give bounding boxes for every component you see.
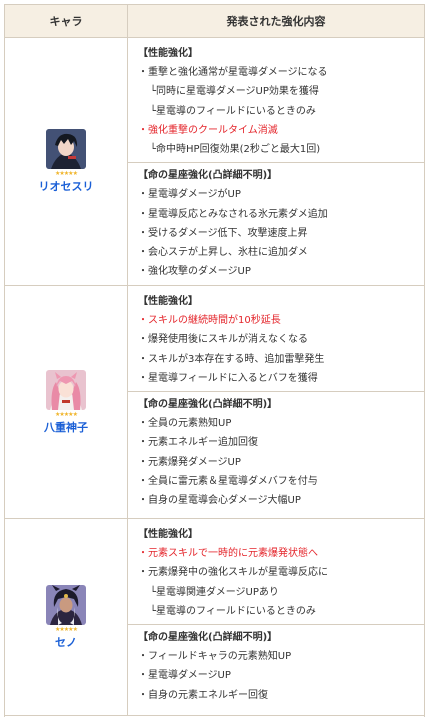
section-title-performance: 【性能強化】 (138, 529, 198, 540)
list-item: ・会心ステが上昇し、氷柱に追加ダメ (138, 247, 308, 259)
section-title-constellation: 【命の星座強化(凸詳細不明)】 (138, 170, 278, 182)
list-item: ・星電導フィールドに入るとバフを獲得 (138, 372, 318, 384)
list-item: ・元素爆発中の強化スキルが星電導反応に (138, 567, 328, 579)
list-item: ・全員に雷元素＆星電導ダメバフを付与 (138, 475, 318, 487)
list-item: ・重撃と強化通常が星電導ダメージになる (138, 67, 328, 79)
header-enhancement-content: 発表された強化内容 (226, 15, 326, 28)
list-subitem: └星電導のフィールドにいるときのみ (150, 105, 316, 117)
table-row: ★★★★★ リオセスリ 【性能強化】 ・重撃と強化通常が星電導ダメージになる └… (5, 38, 424, 286)
list-item: ・全員の元素熟知UP (138, 418, 232, 430)
cyno-avatar-icon (46, 584, 86, 625)
wriothesley-avatar-icon (46, 129, 86, 169)
table-continuation (4, 713, 425, 717)
list-item: ・星電導反応とみなされる氷元素ダメ追加 (138, 208, 328, 220)
star-rating-icon: ★★★★★ (55, 170, 78, 177)
list-item: ・スキルが3本存在する時、追加雷撃発生 (138, 353, 325, 365)
enhancement-details: 【性能強化】 ・スキルの継続時間が10秒延長 ・爆発使用後にスキルが消えなくなる… (128, 286, 424, 518)
star-rating-icon: ★★★★★ (55, 410, 78, 418)
section-title-constellation: 【命の星座強化(凸詳細不明)】 (138, 632, 278, 644)
list-item: ・元素エネルギー追加回復 (138, 437, 258, 449)
list-item: ・フィールドキャラの元素熟知UP (138, 651, 292, 663)
character-cell: ★★★★★ 八重神子 (5, 286, 128, 518)
list-item: ・星電導ダメージがUP (138, 189, 241, 201)
table-row: ★★★★★ 八重神子 【性能強化】 ・スキルの継続時間が10秒延長 ・爆発使用後… (5, 286, 424, 519)
star-rating-icon: ★★★★★ (55, 625, 78, 633)
list-subitem: └同時に星電導ダメージUP効果を獲得 (150, 86, 319, 98)
section-divider (128, 624, 424, 626)
list-item-highlight: ・強化重撃のクールタイム消滅 (138, 124, 278, 136)
list-item-highlight: ・元素スキルで一時的に元素爆発状態へ (138, 548, 318, 560)
yae-miko-avatar-icon (46, 369, 86, 410)
character-cell: ★★★★★ リオセスリ (5, 38, 128, 285)
section-title-performance: 【性能強化】 (138, 296, 198, 307)
character-name: セノ (55, 635, 77, 649)
list-subitem: └星電導のフィールドにいるときのみ (150, 605, 316, 617)
character-name: 八重神子 (44, 420, 88, 434)
section-divider (128, 391, 424, 393)
header-character: キャラ (5, 5, 128, 37)
list-item: ・星電導ダメージUP (138, 670, 231, 682)
table-row: ★★★★★ セノ 【性能強化】 ・元素スキルで一時的に元素爆発状態へ ・元素爆発… (5, 519, 424, 715)
enhancement-table: キャラ 発表された強化内容 ★★★★★ リオセスリ 【性能強化】 ・重撃と強化通… (4, 4, 425, 716)
list-item: ・強化攻撃のダメージUP (138, 266, 251, 278)
table-header: キャラ 発表された強化内容 (5, 5, 424, 38)
character-name: リオセスリ (38, 180, 94, 193)
list-subitem: └命中時HP回復効果(2秒ごと最大1回) (150, 144, 321, 156)
list-subitem: └星電導関連ダメージUPあり (150, 586, 279, 598)
list-item: ・自身の元素エネルギー回復 (138, 689, 268, 701)
enhancement-details: 【性能強化】 ・元素スキルで一時的に元素爆発状態へ ・元素爆発中の強化スキルが星… (128, 519, 424, 715)
section-divider (128, 162, 424, 164)
list-item: ・爆発使用後にスキルが消えなくなる (138, 334, 308, 346)
list-item-highlight: ・スキルの継続時間が10秒延長 (138, 315, 281, 327)
list-item: ・受けるダメージ低下、攻撃速度上昇 (138, 227, 308, 239)
enhancement-details: 【性能強化】 ・重撃と強化通常が星電導ダメージになる └同時に星電導ダメージUP… (128, 38, 424, 285)
section-title-performance: 【性能強化】 (138, 48, 198, 59)
section-title-constellation: 【命の星座強化(凸詳細不明)】 (138, 399, 278, 411)
character-cell: ★★★★★ セノ (5, 519, 128, 715)
list-item: ・自身の星電導会心ダメージ大幅UP (138, 495, 301, 507)
list-item: ・元素爆発ダメージUP (138, 456, 241, 468)
